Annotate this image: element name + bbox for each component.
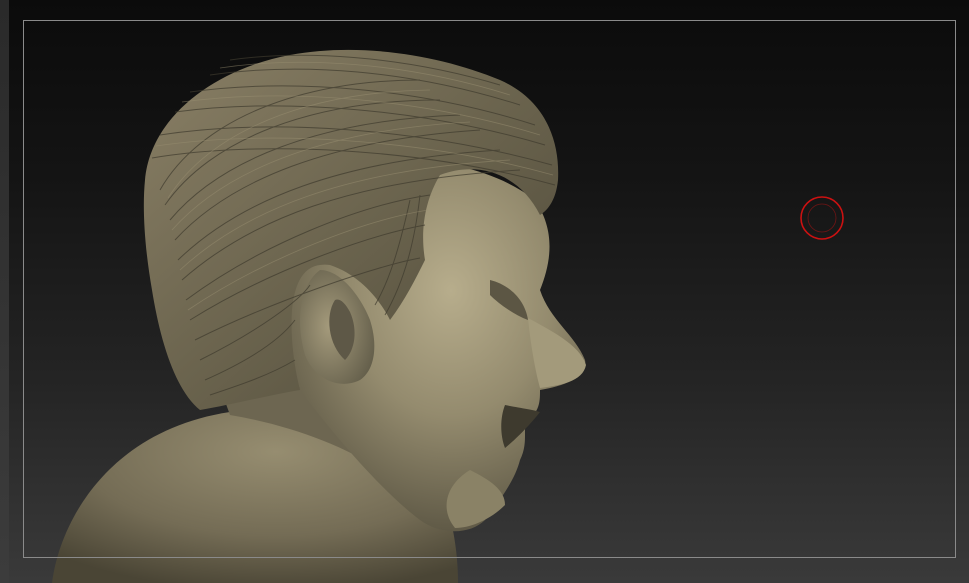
sculpt-viewport[interactable] <box>0 0 969 583</box>
brush-circle-icon <box>800 196 844 240</box>
sculpted-head-model[interactable] <box>0 0 969 583</box>
